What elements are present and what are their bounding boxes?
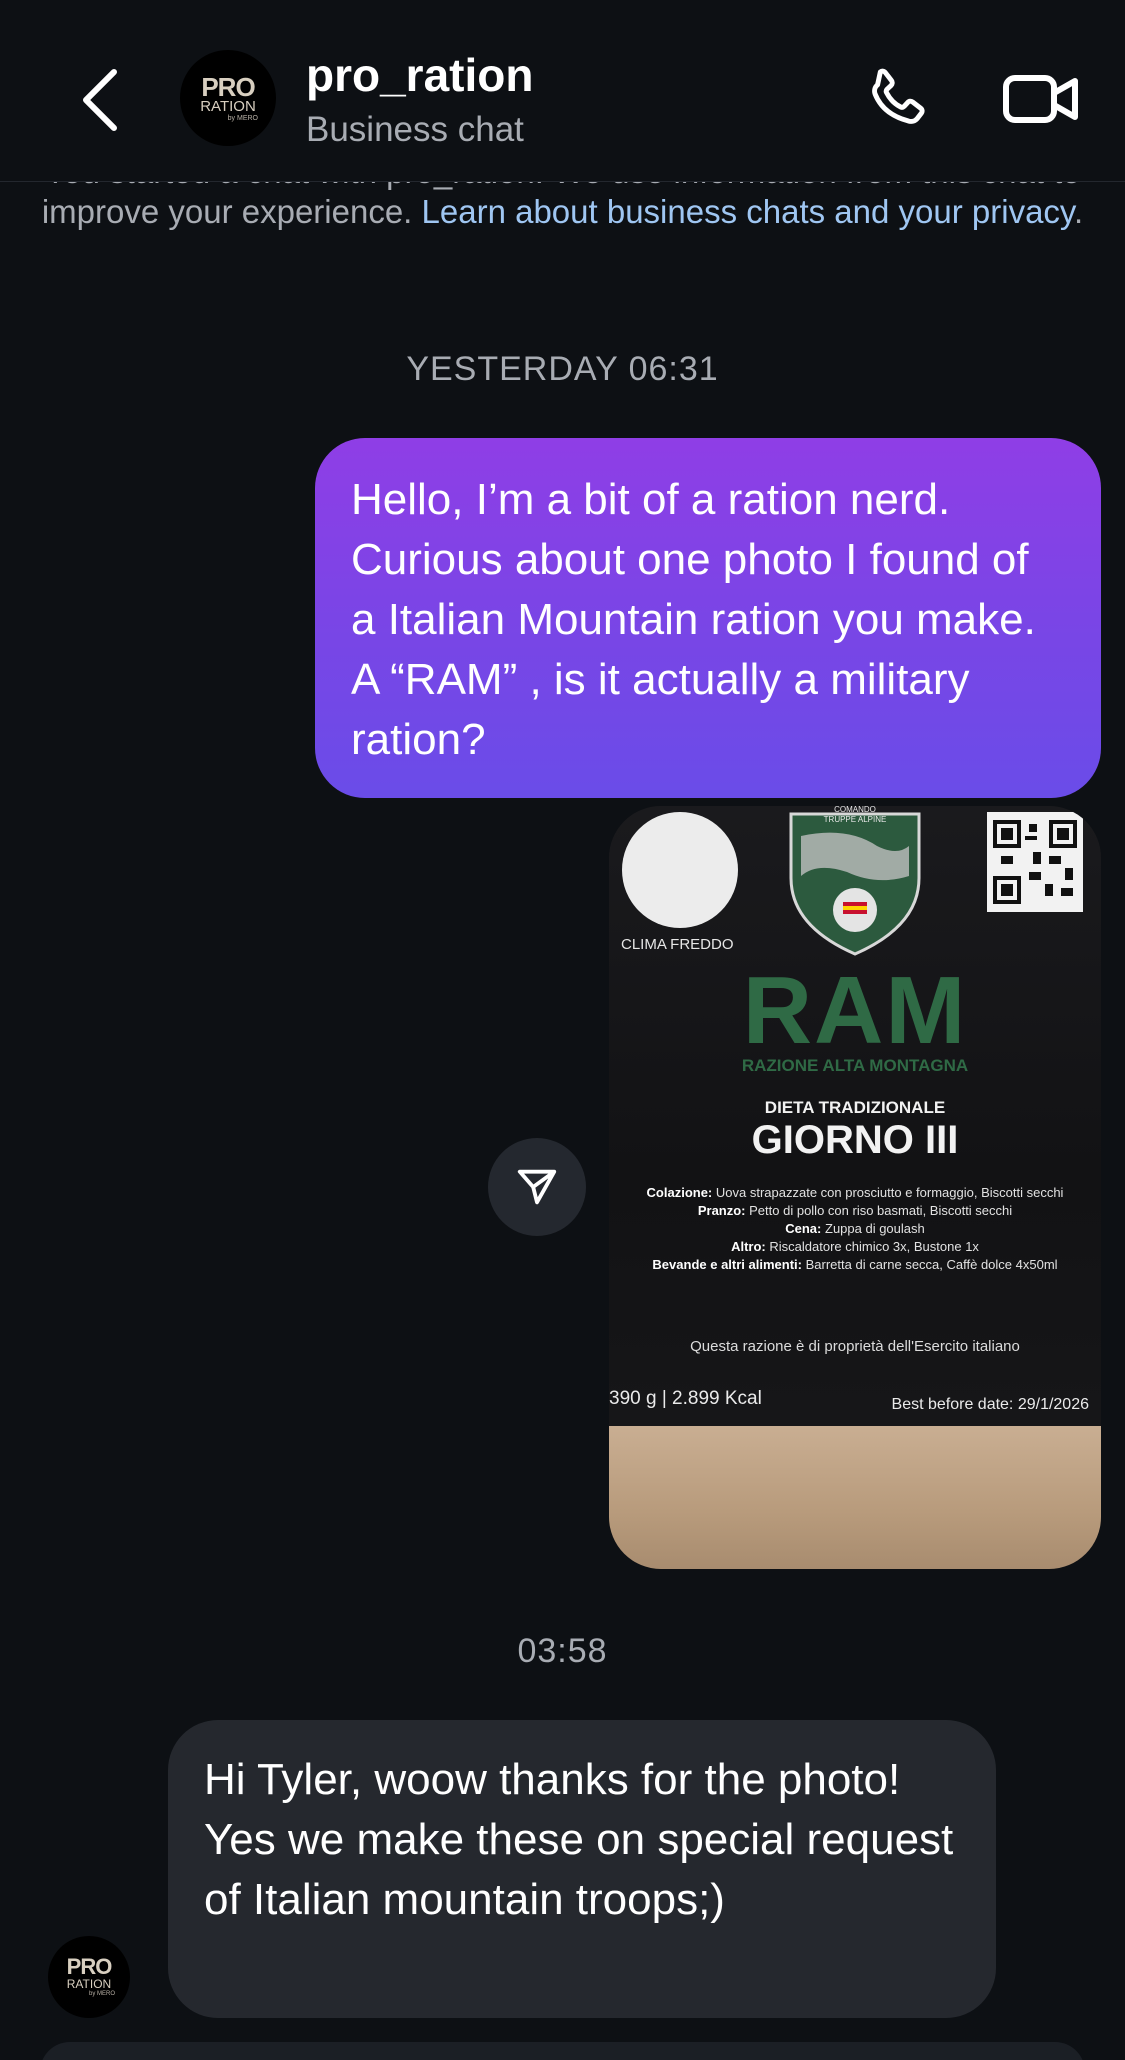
qr-code-icon <box>987 812 1083 912</box>
message-composer[interactable] <box>40 2042 1085 2060</box>
avatar-logo-text: PRO <box>201 71 255 102</box>
send-icon <box>517 1169 557 1205</box>
photo-razione-subtitle: RAZIONE ALTA MONTAGNA <box>741 1056 969 1075</box>
sender-avatar[interactable]: PRO RATION by MERO <box>48 1936 130 2018</box>
menu-line: Altro: Riscaldatore chimico 3x, Bustone … <box>731 1239 979 1254</box>
photo-cardboard-background <box>609 1426 1101 1569</box>
avatar-logo-mark: by MERO <box>88 1991 115 1997</box>
photo-giorno-label: GIORNO III <box>751 1118 959 1162</box>
timestamp: 03:58 <box>517 1632 608 1670</box>
shield-top-text-2: TRUPPE ALPINE <box>824 815 887 824</box>
alpine-troops-shield-icon: COMANDO TRUPPE ALPINE <box>789 806 921 956</box>
back-button[interactable] <box>70 60 130 140</box>
avatar-logo-subtext: RATION <box>66 1977 112 1991</box>
video-call-button[interactable] <box>1000 62 1084 136</box>
video-camera-icon <box>1003 75 1078 123</box>
photo-weight-kcal: 390 g | 2.899 Kcal <box>609 1388 762 1409</box>
phone-icon <box>872 68 925 124</box>
share-button[interactable] <box>488 1138 586 1236</box>
chat-header: PRO RATION by MERO pro_ration Business c… <box>0 0 1125 182</box>
avatar[interactable]: PRO RATION by MERO <box>180 50 276 146</box>
photo-dieta-label: DIETA TRADIZIONALE <box>764 1098 946 1117</box>
avatar-logo-mark: by MERO <box>227 114 258 122</box>
incoming-message[interactable]: Hi Tyler, woow thanks for the photo! Yes… <box>168 1720 996 2018</box>
photo-ram-title: RAM <box>742 957 968 1064</box>
avatar-logo-text: PRO <box>66 1954 113 1979</box>
photo-clima-label: CLIMA FREDDO <box>621 936 734 953</box>
chevron-left-icon <box>83 69 117 131</box>
photo-best-before: Best before date: 29/1/2026 <box>891 1396 1089 1413</box>
privacy-link[interactable]: Learn about business chats and your priv… <box>422 193 1074 230</box>
contact-subtitle: Business chat <box>306 110 524 149</box>
menu-line: Pranzo: Petto di pollo con riso basmati,… <box>697 1203 1013 1218</box>
contact-name[interactable]: pro_ration <box>306 48 533 102</box>
call-button[interactable] <box>860 62 934 136</box>
avatar-logo-subtext: RATION <box>200 97 256 115</box>
photo-property-text: Questa razione è di proprietà dell'Eserc… <box>690 1338 1020 1355</box>
menu-line: Colazione: Uova strapazzate con prosciut… <box>646 1185 1064 1200</box>
menu-line: Cena: Zuppa di goulash <box>785 1221 925 1236</box>
photo-white-circle <box>622 812 738 928</box>
shield-top-text: COMANDO <box>834 806 876 814</box>
outgoing-message[interactable]: Hello, I’m a bit of a ration nerd. Curio… <box>315 438 1101 798</box>
timestamp: YESTERDAY 06:31 <box>406 350 719 388</box>
photo-message[interactable]: CLIMA FREDDO COMANDO TRUPPE ALPINE RAM R… <box>609 806 1101 1569</box>
notice-period: . <box>1073 193 1084 230</box>
menu-line: Bevande e altri alimenti: Barretta di ca… <box>652 1257 1058 1272</box>
photo-menu: Colazione: Uova strapazzate con prosciut… <box>629 1184 1081 1274</box>
